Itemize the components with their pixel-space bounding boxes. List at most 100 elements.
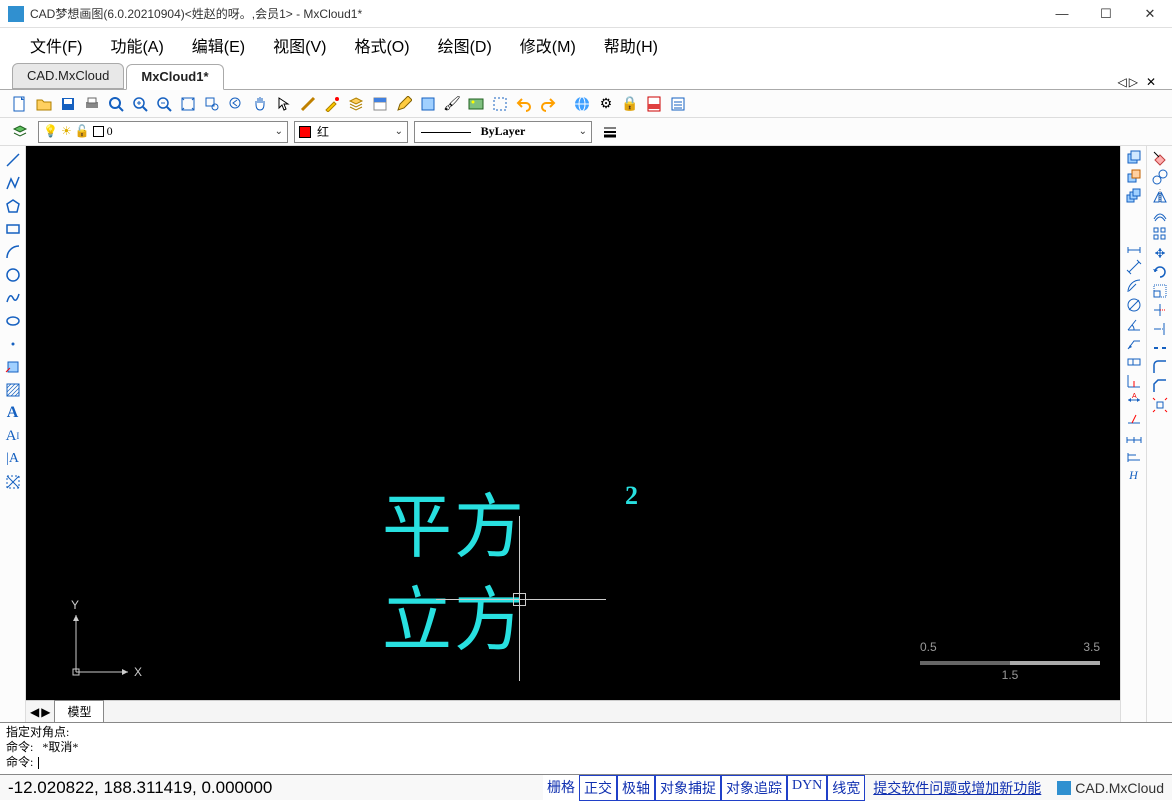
drawing-canvas[interactable]: 平方 立方 2 X Y 0.53.5 1.5 [26, 146, 1120, 700]
dim-continue-icon[interactable] [1126, 430, 1142, 446]
polar-toggle[interactable]: 极轴 [617, 775, 655, 801]
redo-icon[interactable] [537, 93, 559, 115]
menu-help[interactable]: 帮助(H) [590, 29, 672, 61]
dim-baseline-icon[interactable] [1126, 449, 1142, 465]
fillet-icon[interactable] [1152, 359, 1168, 375]
arc-icon[interactable] [3, 242, 23, 262]
move-icon[interactable] [1152, 245, 1168, 261]
menu-view[interactable]: 视图(V) [259, 29, 340, 61]
line-icon[interactable] [3, 150, 23, 170]
measure-icon[interactable] [297, 93, 319, 115]
undo-icon[interactable] [513, 93, 535, 115]
minimize-button[interactable]: — [1040, 0, 1084, 28]
rotate-icon[interactable] [1152, 264, 1168, 280]
hatch-icon[interactable] [3, 380, 23, 400]
tab-nav-prev-icon[interactable]: ◁ [1117, 75, 1126, 89]
menu-format[interactable]: 格式(O) [340, 29, 423, 61]
maximize-button[interactable]: ☐ [1084, 0, 1128, 28]
clip-icon[interactable] [489, 93, 511, 115]
web-icon[interactable] [571, 93, 593, 115]
gear-icon[interactable]: ⚙ [595, 93, 617, 115]
copy-icon[interactable] [1152, 169, 1168, 185]
select-arrow-icon[interactable] [273, 93, 295, 115]
region-icon[interactable] [3, 472, 23, 492]
text-H-icon[interactable]: H [1129, 468, 1138, 483]
feedback-link[interactable]: 提交软件问题或增加新功能 [865, 778, 1049, 798]
open-icon[interactable] [33, 93, 55, 115]
polygon-icon[interactable] [3, 196, 23, 216]
checklist-icon[interactable] [667, 93, 689, 115]
model-tab[interactable]: 模型 [54, 700, 104, 723]
linetype-combo[interactable]: ByLayer ⌄ [414, 121, 592, 143]
matchprop-icon[interactable] [321, 93, 343, 115]
tab-prev-icon[interactable]: ◀ [30, 705, 39, 719]
layers-icon[interactable] [345, 93, 367, 115]
copy-stack2-icon[interactable] [1126, 169, 1142, 185]
leader-icon[interactable] [1126, 335, 1142, 351]
pan-icon[interactable] [249, 93, 271, 115]
ellipse-icon[interactable] [3, 311, 23, 331]
grid-toggle[interactable]: 栅格 [543, 775, 579, 801]
menu-modify[interactable]: 修改(M) [506, 29, 590, 61]
layer-manager-icon[interactable] [9, 121, 31, 143]
spline-icon[interactable] [3, 288, 23, 308]
menu-file[interactable]: 文件(F) [16, 29, 96, 61]
dim-edit-icon[interactable] [1126, 411, 1142, 427]
dim-radius-icon[interactable] [1126, 278, 1142, 294]
lineweight-icon[interactable] [599, 121, 621, 143]
new-icon[interactable] [9, 93, 31, 115]
copy-layer-icon[interactable] [1126, 150, 1142, 166]
rectangle-icon[interactable] [3, 219, 23, 239]
erase-icon[interactable] [1152, 150, 1168, 166]
command-window[interactable]: 指定对角点: 命令: *取消* 命令: [0, 722, 1172, 774]
ortho-toggle[interactable]: 正交 [579, 775, 617, 801]
dim-ordinate-icon[interactable] [1126, 373, 1142, 389]
menu-edit[interactable]: 编辑(E) [178, 29, 259, 61]
tolerance-icon[interactable] [1126, 354, 1142, 370]
osnap-toggle[interactable]: 对象捕捉 [655, 775, 721, 801]
scale-icon[interactable] [1152, 283, 1168, 299]
tab-next-icon[interactable]: ▶ [41, 705, 50, 719]
zoom-extents-icon[interactable] [177, 93, 199, 115]
copy-multiple-icon[interactable] [1126, 188, 1142, 204]
preview-icon[interactable] [105, 93, 127, 115]
tab-nav-next-icon[interactable]: ▷ [1129, 75, 1138, 89]
zoom-window-icon[interactable] [201, 93, 223, 115]
menu-function[interactable]: 功能(A) [96, 29, 177, 61]
dim-diameter-icon[interactable] [1126, 297, 1142, 313]
mtext-icon[interactable]: AI [3, 426, 23, 446]
layer-combo[interactable]: 💡 ☀ 🔓 0 ⌄ [38, 121, 288, 143]
zoom-out-icon[interactable] [153, 93, 175, 115]
chamfer-icon[interactable] [1152, 378, 1168, 394]
dyn-toggle[interactable]: DYN [787, 775, 827, 801]
doc-tab-1[interactable]: CAD.MxCloud [12, 63, 124, 89]
text-A-icon[interactable]: A [3, 403, 23, 423]
extend-icon[interactable] [1152, 321, 1168, 337]
dim-angular-icon[interactable] [1126, 316, 1142, 332]
dim-aligned-icon[interactable] [1126, 259, 1142, 275]
edit-pencil-icon[interactable] [393, 93, 415, 115]
save-icon[interactable] [57, 93, 79, 115]
offset-icon[interactable] [1152, 207, 1168, 223]
image-icon[interactable] [465, 93, 487, 115]
circle-icon[interactable] [3, 265, 23, 285]
zoom-prev-icon[interactable] [225, 93, 247, 115]
mirror-icon[interactable] [1152, 188, 1168, 204]
zoom-in-icon[interactable] [129, 93, 151, 115]
doc-tab-2-active[interactable]: MxCloud1* [126, 64, 223, 90]
dim-linear-icon[interactable] [1126, 240, 1142, 256]
lwt-toggle[interactable]: 线宽 [827, 775, 865, 801]
text-ia-icon[interactable]: |A [3, 449, 23, 469]
dim-style-icon[interactable]: A [1126, 392, 1142, 408]
otrack-toggle[interactable]: 对象追踪 [721, 775, 787, 801]
block-icon[interactable] [417, 93, 439, 115]
explode-icon[interactable] [1152, 397, 1168, 413]
print-icon[interactable] [81, 93, 103, 115]
array-icon[interactable] [1152, 226, 1168, 242]
lock-icon[interactable]: 🔒 [619, 93, 641, 115]
tab-close-icon[interactable]: ✕ [1146, 75, 1156, 89]
close-button[interactable]: ✕ [1128, 0, 1172, 28]
point-icon[interactable] [3, 334, 23, 354]
color-combo[interactable]: 红 ⌄ [294, 121, 408, 143]
spray-icon[interactable]: 🖌 [441, 93, 463, 115]
